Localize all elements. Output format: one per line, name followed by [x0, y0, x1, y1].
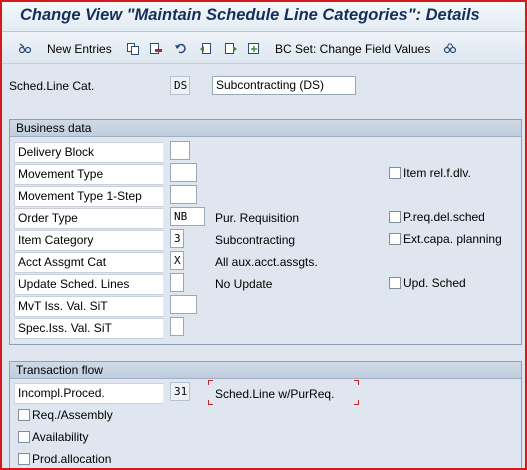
focus-corner-bottom-left: [208, 400, 213, 405]
update-sched-lines-description: No Update: [215, 277, 273, 291]
order-type-field[interactable]: NB: [170, 207, 205, 226]
sched-line-cat-description-field[interactable]: Subcontracting (DS): [212, 76, 356, 95]
movement-type-label: Movement Type: [14, 164, 164, 185]
item-rel-dlv-label: Item rel.f.dlv.: [403, 166, 471, 180]
sched-line-cat-label: Sched.Line Cat.: [9, 79, 95, 93]
movement-type-1step-label: Movement Type 1-Step: [14, 186, 164, 207]
item-category-description: Subcontracting: [215, 233, 296, 247]
update-sched-lines-label: Update Sched. Lines: [14, 274, 164, 295]
prod-allocation-label: Prod.allocation: [32, 452, 112, 466]
ext-capa-planning-label: Ext.capa. planning: [403, 232, 502, 246]
acct-assgmt-cat-description: All aux.acct.assgts.: [215, 255, 318, 269]
item-category-label: Item Category: [14, 230, 164, 251]
ext-capa-planning-checkbox[interactable]: [389, 233, 401, 245]
export-icon[interactable]: [247, 42, 261, 55]
prod-allocation-checkbox[interactable]: [18, 453, 30, 465]
upd-sched-checkbox[interactable]: [389, 277, 401, 289]
new-entries-button[interactable]: New Entries: [47, 42, 112, 56]
req-assembly-label: Req./Assembly: [32, 408, 113, 422]
preq-del-sched-label: P.req.del.sched: [403, 210, 485, 224]
availability-label: Availability: [32, 430, 89, 444]
application-toolbar: New Entries BC Set: Change Field Values: [2, 32, 525, 64]
window-frame: Change View "Maintain Schedule Line Cate…: [0, 0, 527, 470]
delete-icon[interactable]: [149, 42, 163, 55]
order-type-description: Pur. Requisition: [215, 211, 300, 225]
upd-sched-label: Upd. Sched: [403, 276, 466, 290]
item-category-field[interactable]: 3: [170, 229, 184, 248]
previous-entry-icon[interactable]: [199, 42, 213, 55]
title-bar: Change View "Maintain Schedule Line Cate…: [2, 2, 525, 32]
focus-corner-bottom-right: [354, 400, 359, 405]
movement-type-1step-field[interactable]: [170, 185, 197, 204]
next-entry-icon[interactable]: [224, 42, 238, 55]
undo-icon[interactable]: [174, 42, 188, 55]
page-title: Change View "Maintain Schedule Line Cate…: [20, 6, 480, 24]
spec-iss-val-sit-field[interactable]: [170, 317, 184, 336]
acct-assgmt-cat-field[interactable]: X: [170, 251, 184, 270]
spec-iss-val-sit-label: Spec.Iss. Val. SiT: [14, 318, 164, 339]
delivery-block-field[interactable]: [170, 141, 190, 160]
focus-corner-top-right: [354, 380, 359, 385]
acct-assgmt-cat-label: Acct Assgmt Cat: [14, 252, 164, 273]
business-data-heading: Business data: [10, 120, 521, 137]
availability-checkbox[interactable]: [18, 431, 30, 443]
bc-set-change-field-values-button[interactable]: BC Set: Change Field Values: [275, 42, 430, 56]
copy-icon[interactable]: [126, 42, 140, 55]
req-assembly-checkbox[interactable]: [18, 409, 30, 421]
movement-type-field[interactable]: [170, 163, 197, 182]
update-sched-lines-field[interactable]: [170, 273, 184, 292]
incompl-proced-description[interactable]: Sched.Line w/PurReq.: [215, 387, 334, 401]
bc-set-icon[interactable]: [443, 42, 457, 55]
preq-del-sched-checkbox[interactable]: [389, 211, 401, 223]
mvt-iss-val-sit-field[interactable]: [170, 295, 197, 314]
mvt-iss-val-sit-label: MvT Iss. Val. SiT: [14, 296, 164, 317]
incompl-proced-field: 31: [170, 382, 190, 401]
transaction-flow-heading: Transaction flow: [10, 362, 521, 379]
incompl-proced-label: Incompl.Proced.: [14, 383, 164, 404]
order-type-label: Order Type: [14, 208, 164, 229]
glasses-edit-icon[interactable]: [18, 42, 32, 55]
focus-corner-top-left: [208, 380, 213, 385]
item-rel-dlv-checkbox[interactable]: [389, 167, 401, 179]
delivery-block-label: Delivery Block: [14, 142, 164, 163]
sched-line-cat-field: DS: [170, 76, 190, 95]
